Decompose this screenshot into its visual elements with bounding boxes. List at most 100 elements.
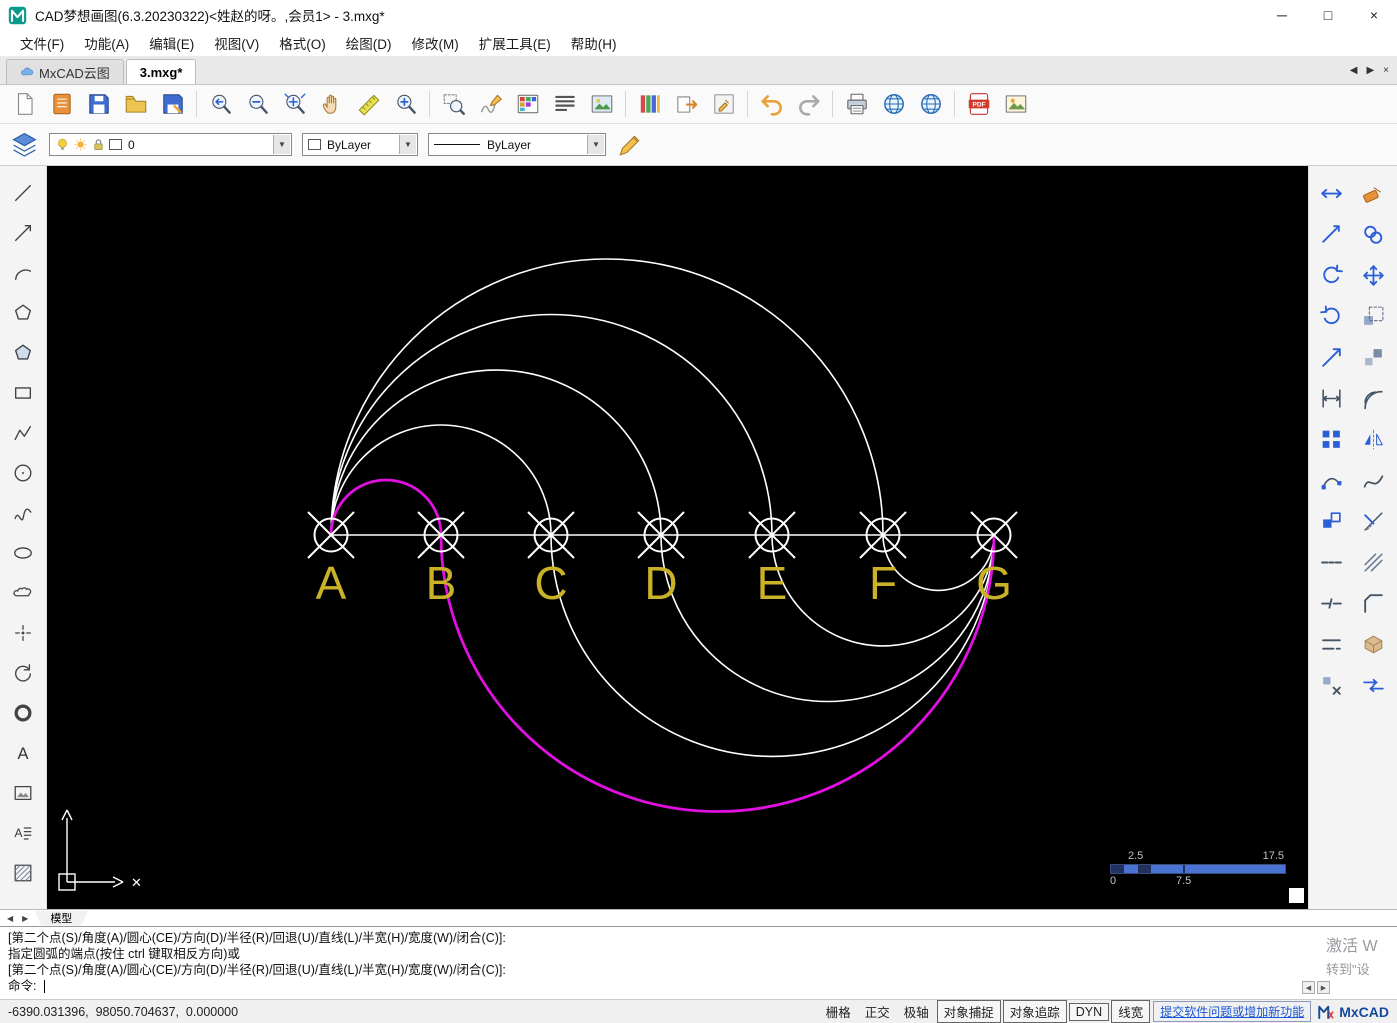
status-toggle-3[interactable]: 对象捕捉 [937, 1000, 1001, 1023]
menu-item-5[interactable]: 绘图(D) [336, 30, 402, 56]
revision-cloud-icon[interactable] [5, 574, 41, 611]
move-icon[interactable] [1355, 258, 1391, 292]
hatch-icon[interactable] [5, 854, 41, 891]
tab-1[interactable]: 3.mxg* [126, 59, 197, 84]
menu-item-4[interactable]: 格式(O) [269, 30, 336, 56]
menu-item-0[interactable]: 文件(F) [10, 30, 74, 56]
polyline-icon[interactable] [5, 414, 41, 451]
text-lines-icon[interactable] [546, 88, 583, 121]
ellipse-icon[interactable] [5, 534, 41, 571]
menu-item-6[interactable]: 修改(M) [402, 30, 469, 56]
tab-scroll-left-icon[interactable]: ◀ [1350, 65, 1358, 76]
zoom-previous-icon[interactable] [202, 88, 239, 121]
chevron-down-icon[interactable]: ▼ [273, 135, 290, 154]
trim-icon[interactable] [1355, 504, 1391, 538]
image-icon[interactable] [5, 774, 41, 811]
extend-icon[interactable] [1313, 340, 1349, 374]
print-icon[interactable] [838, 88, 875, 121]
donut-icon[interactable] [5, 694, 41, 731]
menu-item-8[interactable]: 帮助(H) [561, 30, 627, 56]
layer-select[interactable]: 0 ▼ [49, 133, 292, 156]
copy-icon[interactable] [1355, 217, 1391, 251]
scale-icon[interactable] [1355, 299, 1391, 333]
tab-0[interactable]: MxCAD云图 [6, 59, 124, 84]
status-toggle-6[interactable]: 线宽 [1111, 1000, 1150, 1023]
image-frame-icon[interactable] [583, 88, 620, 121]
erase-icon[interactable] [1355, 176, 1391, 210]
squares-copy-icon[interactable] [1313, 504, 1349, 538]
pan-icon[interactable] [313, 88, 350, 121]
drawing-canvas[interactable]: ABCDEFG 2.5 17.5 0 7.5 ✕ [47, 166, 1308, 909]
arc-icon[interactable] [5, 254, 41, 291]
open-notebook-icon[interactable] [43, 88, 80, 121]
rotate-ccw-icon[interactable] [1313, 258, 1349, 292]
status-toggle-1[interactable]: 正交 [859, 1001, 896, 1022]
sketch-icon[interactable] [472, 88, 509, 121]
new-file-icon[interactable] [6, 88, 43, 121]
break-icon[interactable] [1313, 586, 1349, 620]
tab-close-icon[interactable]: × [1383, 65, 1389, 76]
cmd-scroll-left-icon[interactable]: ◀ [1302, 981, 1315, 994]
mirror-icon[interactable] [1355, 422, 1391, 456]
pentagon-icon[interactable] [5, 334, 41, 371]
minimize-button[interactable]: ─ [1259, 0, 1305, 30]
maximize-button[interactable]: □ [1305, 0, 1351, 30]
palette-icon[interactable] [631, 88, 668, 121]
stretch-icon[interactable] [1313, 176, 1349, 210]
lengthen-icon[interactable] [1313, 217, 1349, 251]
status-toggle-0[interactable]: 栅格 [820, 1001, 857, 1022]
modify-tools-icon[interactable] [705, 88, 742, 121]
web-globe-icon[interactable] [912, 88, 949, 121]
ray-icon[interactable] [5, 214, 41, 251]
undo-icon[interactable] [753, 88, 790, 121]
circle-icon[interactable] [5, 454, 41, 491]
layer-manager-icon[interactable] [10, 130, 39, 159]
hatch-edit-icon[interactable] [1355, 545, 1391, 579]
feedback-link[interactable]: 提交软件问题或增加新功能 [1153, 1001, 1311, 1022]
model-tab[interactable]: 模型 [34, 911, 88, 926]
menu-item-3[interactable]: 视图(V) [204, 30, 269, 56]
zoom-extents-icon[interactable] [276, 88, 313, 121]
join-icon[interactable] [1313, 627, 1349, 661]
status-toggle-5[interactable]: DYN [1069, 1003, 1109, 1021]
sheet-prev-icon[interactable]: ◀ [4, 914, 16, 923]
rotate-icon[interactable] [1313, 299, 1349, 333]
linetype-select[interactable]: ByLayer ▼ [428, 133, 606, 156]
draft-settings-icon[interactable] [616, 132, 642, 158]
open-folder-icon[interactable] [117, 88, 154, 121]
export-icon[interactable] [668, 88, 705, 121]
color-select[interactable]: ByLayer ▼ [302, 133, 418, 156]
insert-image-icon[interactable] [997, 88, 1034, 121]
node-edit-icon[interactable] [1313, 463, 1349, 497]
status-toggle-4[interactable]: 对象追踪 [1003, 1000, 1067, 1023]
extend-arrows-icon[interactable] [1355, 668, 1391, 702]
array-icon[interactable] [1313, 422, 1349, 456]
rotate-copy-icon[interactable] [5, 654, 41, 691]
line-icon[interactable] [5, 174, 41, 211]
sheet-next-icon[interactable]: ▶ [19, 914, 31, 923]
text-icon[interactable]: A [5, 734, 41, 771]
chevron-down-icon[interactable]: ▼ [399, 135, 416, 154]
box-3d-icon[interactable] [1355, 627, 1391, 661]
menu-item-1[interactable]: 功能(A) [74, 30, 139, 56]
tab-scroll-right-icon[interactable]: ▶ [1366, 65, 1374, 76]
redo-icon[interactable] [790, 88, 827, 121]
menu-item-7[interactable]: 扩展工具(E) [469, 30, 561, 56]
rectangle-icon[interactable] [5, 374, 41, 411]
command-prompt-line[interactable]: 命令: [8, 978, 1389, 995]
spline-edit-icon[interactable] [1355, 463, 1391, 497]
chamfer-icon[interactable] [1355, 586, 1391, 620]
spline-icon[interactable] [5, 494, 41, 531]
status-toggle-2[interactable]: 极轴 [898, 1001, 935, 1022]
web-publish-icon[interactable] [875, 88, 912, 121]
explode-icon[interactable] [1313, 668, 1349, 702]
dash-line-icon[interactable] [1313, 545, 1349, 579]
dimension-icon[interactable] [1313, 381, 1349, 415]
cmd-scroll-right-icon[interactable]: ▶ [1317, 981, 1330, 994]
save-as-icon[interactable] [154, 88, 191, 121]
scale-ruler-icon[interactable] [350, 88, 387, 121]
color-table-icon[interactable] [509, 88, 546, 121]
resize-squares-icon[interactable] [1355, 340, 1391, 374]
point-icon[interactable] [5, 614, 41, 651]
menu-item-2[interactable]: 编辑(E) [139, 30, 204, 56]
